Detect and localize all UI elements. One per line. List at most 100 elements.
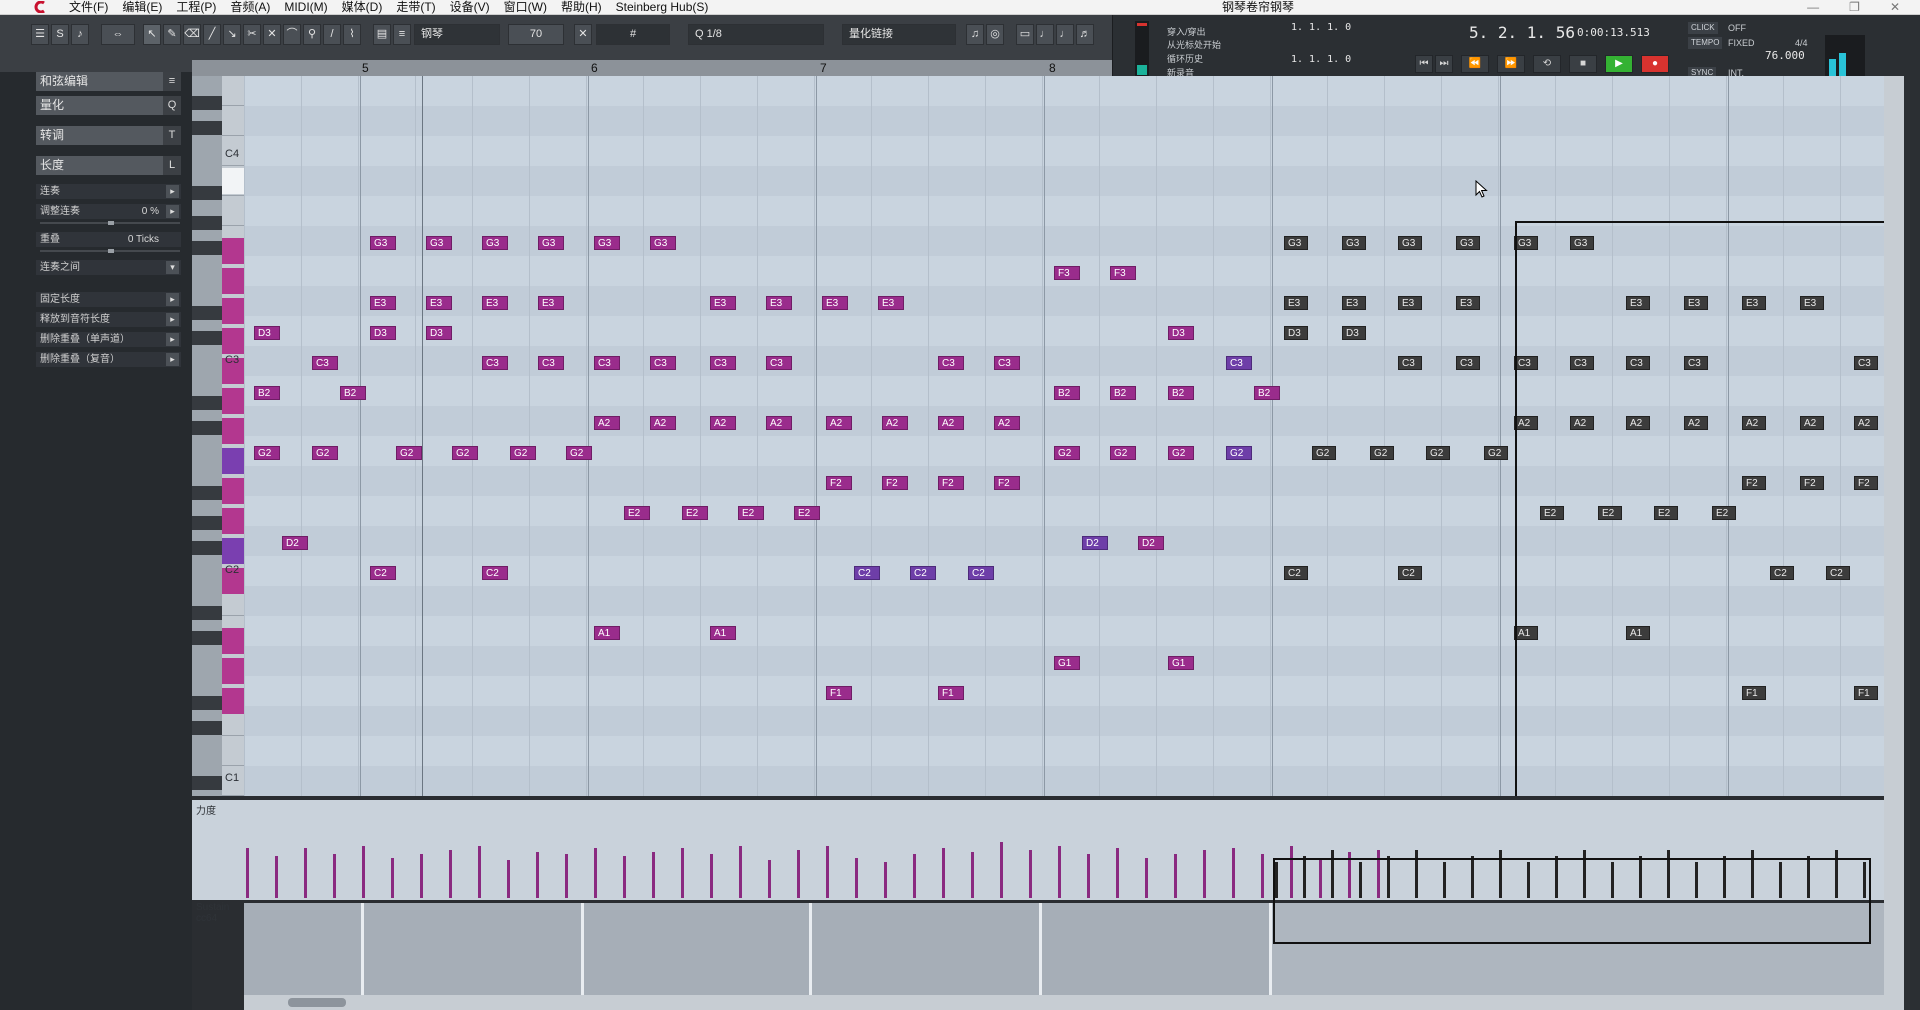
velocity-bar[interactable] bbox=[1087, 854, 1090, 898]
midi-note[interactable]: G2 bbox=[1226, 446, 1252, 460]
delete-overlap-poly-apply-icon[interactable]: ▸ bbox=[166, 353, 179, 366]
velocity-bar[interactable] bbox=[768, 860, 771, 898]
cycle-history-option[interactable]: 循环历史 bbox=[1167, 52, 1203, 65]
timeline-ruler[interactable]: 5 6 7 8 bbox=[192, 60, 1112, 76]
menu-audio[interactable]: 音频(A) bbox=[223, 0, 277, 14]
menu-file[interactable]: 文件(F) bbox=[62, 0, 115, 14]
velocity-bar[interactable] bbox=[1232, 848, 1235, 898]
velocity-bar[interactable] bbox=[710, 854, 713, 898]
menu-devices[interactable]: 设备(V) bbox=[443, 0, 497, 14]
midi-note[interactable]: D2 bbox=[1082, 536, 1108, 550]
autoscroll-icon[interactable]: ⇔ bbox=[101, 24, 135, 45]
midi-note[interactable]: C2 bbox=[968, 566, 994, 580]
midi-note[interactable]: A1 bbox=[594, 626, 620, 640]
between-legato-dropdown-icon[interactable]: ▾ bbox=[166, 261, 179, 274]
midi-note[interactable]: C3 bbox=[312, 356, 338, 370]
adjust-legato-slider-handle[interactable] bbox=[108, 221, 114, 225]
edit-active-part-icon[interactable]: ≡ bbox=[393, 24, 411, 45]
midi-note[interactable]: E3 bbox=[1284, 296, 1308, 310]
sustain-segment[interactable] bbox=[1042, 903, 1272, 995]
inspector-toggle-icon[interactable]: ☰ bbox=[31, 24, 49, 45]
chord-icon[interactable]: ♬ bbox=[1076, 24, 1094, 45]
midi-note[interactable]: E3 bbox=[538, 296, 564, 310]
line-tool-icon[interactable]: ╱ bbox=[203, 24, 221, 45]
forward-icon[interactable]: ⏩ bbox=[1497, 55, 1525, 73]
velocity-bar[interactable] bbox=[362, 846, 365, 898]
adjust-legato-apply-icon[interactable]: ▸ bbox=[166, 205, 179, 218]
note-grid[interactable]: G3 G3 G3 G3 G3 G3 F3 F3 E3 E3 E3 E3 E3 E3 E3 E3 D3 D3 D3 D3… bbox=[244, 76, 1884, 796]
midi-note[interactable]: C3 bbox=[482, 356, 508, 370]
midi-note[interactable]: E3 bbox=[710, 296, 736, 310]
piano-keyboard[interactable]: C4 C3 C2 C1 bbox=[192, 76, 244, 796]
midi-note[interactable]: G2 bbox=[452, 446, 478, 460]
midi-note[interactable]: E3 bbox=[1456, 296, 1480, 310]
draw-tool-icon[interactable]: ✎ bbox=[163, 24, 181, 45]
velocity-bar[interactable] bbox=[1058, 846, 1061, 898]
fixed-length-row[interactable]: 固定长度 ▸ bbox=[36, 292, 181, 307]
velocity-bar[interactable] bbox=[536, 852, 539, 898]
record-icon[interactable]: ● bbox=[1641, 55, 1669, 73]
midi-note[interactable]: C3 bbox=[1398, 356, 1422, 370]
trim-tool-icon[interactable]: ↘ bbox=[223, 24, 241, 45]
piano-black-key[interactable] bbox=[192, 421, 222, 435]
velocity-bar[interactable] bbox=[1174, 854, 1177, 898]
adjust-legato-row[interactable]: 调整连奏 0 % ▸ bbox=[36, 204, 181, 219]
velocity-bar[interactable] bbox=[333, 854, 336, 898]
restore-icon[interactable]: ❐ bbox=[1849, 0, 1860, 14]
midi-note[interactable]: C3 bbox=[766, 356, 792, 370]
menu-edit[interactable]: 编辑(E) bbox=[115, 0, 169, 14]
midi-note[interactable]: E3 bbox=[426, 296, 452, 310]
grid-type-select[interactable]: # bbox=[596, 24, 670, 45]
adjust-legato-value[interactable]: 0 % bbox=[142, 204, 159, 219]
overlap-slider-handle[interactable] bbox=[108, 249, 114, 253]
piano-black-key[interactable] bbox=[192, 721, 222, 735]
time-display[interactable]: 0:00:13.513 bbox=[1577, 26, 1650, 39]
menu-steinberg-hub[interactable]: Steinberg Hub(S) bbox=[609, 0, 716, 14]
sustain-segment[interactable] bbox=[584, 903, 812, 995]
midi-note[interactable]: C3 bbox=[594, 356, 620, 370]
velocity-bar[interactable] bbox=[652, 852, 655, 898]
section-chord-edit[interactable]: 和弦编辑 ≡ bbox=[36, 72, 181, 91]
midi-note[interactable]: A2 bbox=[710, 416, 736, 430]
midi-note[interactable]: A2 bbox=[938, 416, 964, 430]
midi-note[interactable]: B2 bbox=[1254, 386, 1280, 400]
midi-note[interactable]: C2 bbox=[1398, 566, 1422, 580]
velocity-bar[interactable] bbox=[507, 860, 510, 898]
velocity-bar[interactable] bbox=[797, 850, 800, 898]
velocity-bar[interactable] bbox=[942, 848, 945, 898]
section-quantize[interactable]: 量化 Q bbox=[36, 96, 181, 115]
midi-input-icon[interactable]: ◎ bbox=[986, 24, 1004, 45]
velocity-bar[interactable] bbox=[1029, 850, 1032, 898]
midi-note[interactable]: B2 bbox=[254, 386, 280, 400]
stop-icon[interactable]: ■ bbox=[1569, 55, 1597, 73]
move-insert-icon[interactable]: ▭ bbox=[1016, 24, 1034, 45]
piano-black-key[interactable] bbox=[192, 216, 222, 230]
midi-note[interactable]: G2 bbox=[396, 446, 422, 460]
punch-option[interactable]: 穿入/穿出 bbox=[1167, 25, 1206, 38]
minimize-icon[interactable]: — bbox=[1807, 0, 1819, 14]
midi-note[interactable]: F3 bbox=[1054, 266, 1080, 280]
piano-white-key[interactable] bbox=[222, 106, 244, 136]
piano-black-key[interactable] bbox=[192, 696, 222, 710]
section-transpose[interactable]: 转调 T bbox=[36, 126, 181, 145]
select-tool-icon[interactable]: ↖ bbox=[143, 24, 161, 45]
velocity-bar[interactable] bbox=[1000, 842, 1003, 898]
midi-note[interactable]: F2 bbox=[882, 476, 908, 490]
midi-note[interactable]: G2 bbox=[1426, 446, 1450, 460]
velocity-bar[interactable] bbox=[739, 846, 742, 898]
adjust-legato-slider[interactable] bbox=[40, 221, 180, 225]
midi-note[interactable]: C3 bbox=[938, 356, 964, 370]
midi-note[interactable]: D2 bbox=[1138, 536, 1164, 550]
midi-note[interactable]: G1 bbox=[1054, 656, 1080, 670]
midi-note[interactable]: A2 bbox=[594, 416, 620, 430]
delete-overlap-mono-apply-icon[interactable]: ▸ bbox=[166, 333, 179, 346]
cycle-icon[interactable]: ⟲ bbox=[1533, 55, 1561, 73]
midi-note[interactable]: C3 bbox=[1226, 356, 1252, 370]
velocity-bar[interactable] bbox=[623, 856, 626, 898]
click-label[interactable]: CLICK bbox=[1688, 22, 1718, 34]
overlap-row[interactable]: 重叠 0 Ticks bbox=[36, 232, 181, 247]
step-input-icon[interactable]: ♫ bbox=[966, 24, 984, 45]
velocity-bar[interactable] bbox=[275, 856, 278, 898]
rewind-icon[interactable]: ⏪ bbox=[1461, 55, 1489, 73]
left-locator[interactable]: 1. 1. 1. 0 bbox=[1291, 22, 1351, 33]
